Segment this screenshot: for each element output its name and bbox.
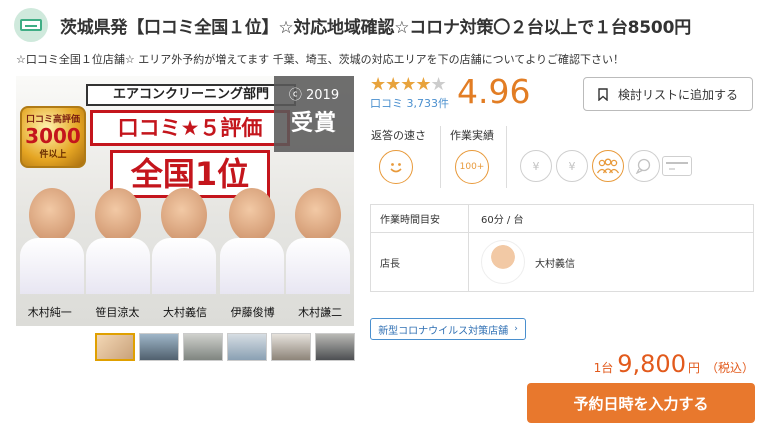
staff-figure — [220, 188, 284, 294]
staff-figure — [86, 188, 150, 294]
rating-stars: ★★★★★ — [370, 74, 447, 95]
staff-name: 木村純一 — [27, 306, 72, 319]
covid-label: 新型コロナウイルス対策店舗 — [378, 325, 509, 337]
shop-info-table: 作業時間目安 60分 / 台 店長 大村義信 — [370, 204, 754, 292]
staff-group-icon — [592, 150, 624, 182]
work-time-key: 作業時間目安 — [371, 205, 469, 232]
chat-icon — [628, 150, 660, 182]
manager-name: 大村義信 — [535, 258, 575, 270]
banner-rating: 口コミ★５評価 — [90, 110, 290, 146]
chevron-right-icon: › — [514, 324, 518, 334]
reserve-button[interactable]: 予約日時を入力する — [527, 383, 755, 423]
manager-avatar[interactable] — [481, 240, 525, 284]
staff-figure — [152, 188, 216, 294]
ranking-banner: エアコンクリーニング部門 口コミ★５評価 全国1位 — [86, 84, 296, 204]
price-unit: 1台 — [593, 361, 614, 375]
bookmark-icon — [598, 87, 608, 101]
page-title: 茨城県発【口コミ全国１位】☆対応地域確認☆コロナ対策〇２台以上で１台8500円 — [60, 17, 691, 38]
work-time-value: 60分 / 台 — [481, 215, 524, 226]
rating-score: 4.96 — [457, 72, 531, 111]
staff-figure — [286, 188, 350, 294]
thumbnail[interactable] — [227, 333, 267, 361]
price-amount: 9,800 — [617, 350, 686, 378]
review-count-link[interactable]: 口コミ 3,733件 — [370, 95, 449, 111]
credit-card-icon — [662, 156, 692, 176]
yen-payment-icon: ¥ — [520, 150, 552, 182]
staff-name: 笹目涼太 — [95, 306, 140, 319]
award-badge: ⓒ 2019 受賞 — [274, 76, 354, 152]
divider — [506, 126, 507, 188]
thumbnail-strip — [95, 333, 355, 361]
staff-names: 木村純一 笹目涼太 大村義信 伊藤俊博 木村謙二 — [16, 304, 354, 320]
shop-catchcopy: ☆口コミ全国１位店舗☆ エリア外予約が増えてます 千葉、埼玉、茨城の対応エリアを… — [16, 53, 625, 66]
wishlist-label: 検討リストに追加する — [617, 87, 738, 102]
price: 1台 9,800 円 （税込） — [594, 350, 754, 378]
job-count-badge-icon: 100+ — [455, 150, 489, 184]
staff-name: 伊藤俊博 — [230, 306, 275, 319]
manager-value: 大村義信 — [469, 240, 575, 284]
smile-icon — [379, 150, 413, 184]
divider — [440, 126, 441, 188]
work-time-row: 作業時間目安 60分 / 台 — [371, 205, 753, 233]
award-year: ⓒ 2019 — [288, 88, 340, 103]
aircon-logo-icon — [14, 8, 48, 42]
manager-row: 店長 大村義信 — [371, 233, 753, 291]
add-to-wishlist-button[interactable]: 検討リストに追加する — [583, 77, 753, 111]
thumbnail[interactable] — [271, 333, 311, 361]
covid-measures-link[interactable]: 新型コロナウイルス対策店舗 › — [370, 318, 526, 340]
job-record-label: 作業実績 — [450, 129, 494, 142]
thumbnail[interactable] — [95, 333, 135, 361]
banner-category: エアコンクリーニング部門 — [86, 84, 296, 106]
price-currency: 円 — [687, 361, 700, 375]
yen-lock-icon: ¥ — [556, 150, 588, 182]
thumbnail[interactable] — [139, 333, 179, 361]
staff-figure — [20, 188, 84, 294]
thumbnail[interactable] — [315, 333, 355, 361]
manager-key: 店長 — [371, 233, 469, 291]
response-speed-label: 返答の速さ — [371, 129, 426, 142]
thumbnail[interactable] — [183, 333, 223, 361]
staff-name: 木村謙二 — [298, 306, 343, 319]
price-tax-note: （税込） — [705, 361, 754, 375]
page-header: 茨城県発【口コミ全国１位】☆対応地域確認☆コロナ対策〇２台以上で１台8500円 — [14, 8, 754, 42]
main-photo[interactable]: 口コミ高評価 3000 件以上 エアコンクリーニング部門 口コミ★５評価 全国1… — [16, 76, 354, 326]
staff-name: 大村義信 — [162, 306, 207, 319]
award-label: 受賞 — [290, 111, 337, 136]
review-count-medal: 口コミ高評価 3000 件以上 — [20, 106, 86, 168]
